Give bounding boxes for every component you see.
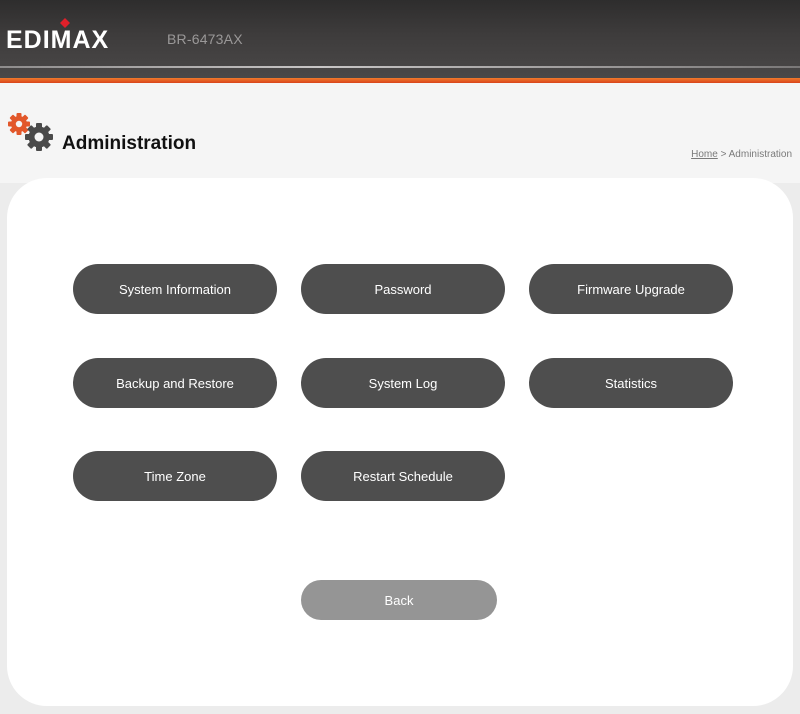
restart-schedule-button[interactable]: Restart Schedule (301, 451, 505, 501)
header-divider (0, 66, 800, 68)
breadcrumb: Home > Administration (691, 149, 792, 160)
time-zone-button[interactable]: Time Zone (73, 451, 277, 501)
system-information-button[interactable]: System Information (73, 264, 277, 314)
logo-text: EDIMAX (6, 26, 109, 54)
model-name: BR-6473AX (167, 31, 243, 47)
breadcrumb-separator: > (720, 149, 727, 160)
gears-icon (6, 110, 58, 159)
backup-restore-button[interactable]: Backup and Restore (73, 358, 277, 408)
statistics-button[interactable]: Statistics (529, 358, 733, 408)
page-title: Administration (62, 133, 197, 154)
admin-panel: System Information Password Firmware Upg… (7, 178, 793, 706)
edimax-logo: EDIMAX (6, 16, 148, 56)
system-log-button[interactable]: System Log (301, 358, 505, 408)
firmware-upgrade-button[interactable]: Firmware Upgrade (529, 264, 733, 314)
breadcrumb-current: Administration (728, 149, 792, 160)
password-button[interactable]: Password (301, 264, 505, 314)
breadcrumb-home-link[interactable]: Home (691, 149, 718, 160)
back-button[interactable]: Back (301, 580, 497, 620)
top-header: EDIMAX BR-6473AX (0, 0, 800, 78)
